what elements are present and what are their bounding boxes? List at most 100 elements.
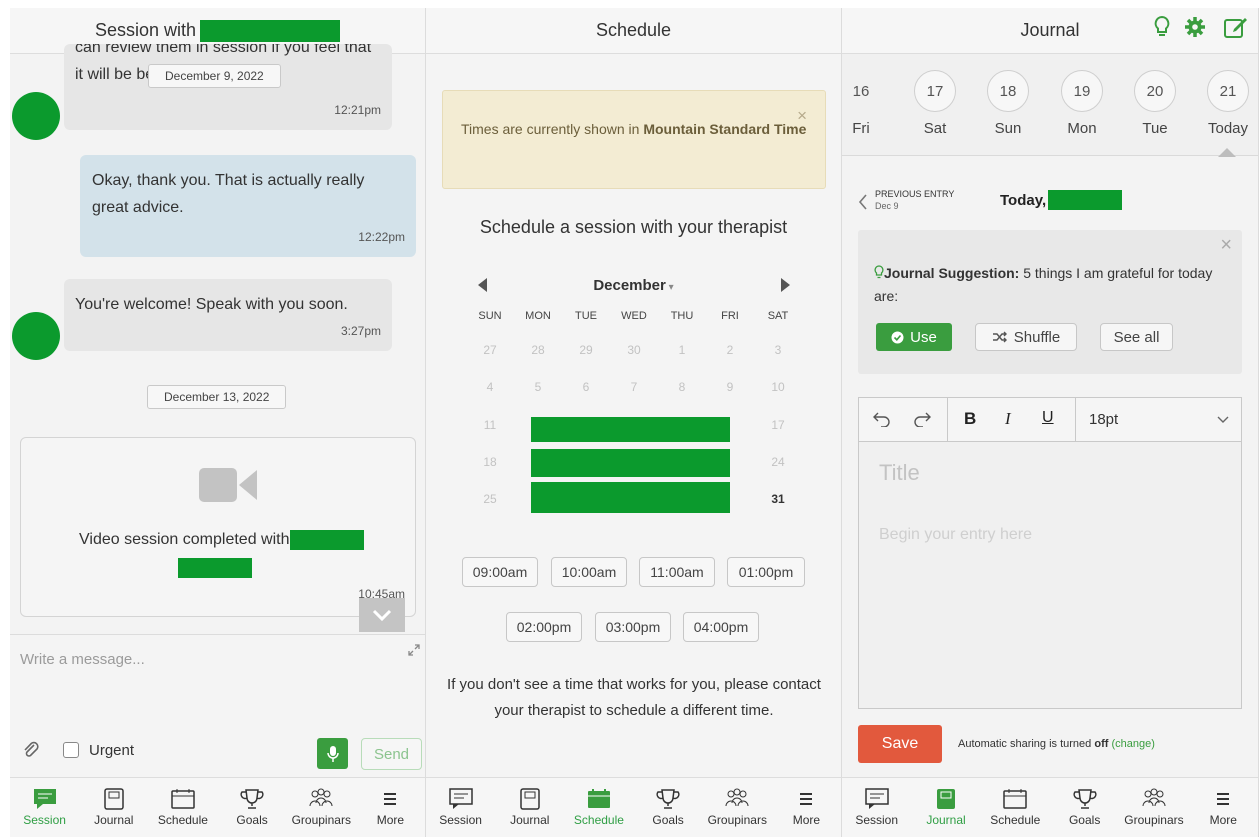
selected-day[interactable]: 31 [754, 492, 802, 506]
tab-goals[interactable]: Goals [218, 788, 287, 827]
use-suggestion-button[interactable]: Use [876, 323, 952, 351]
chat-icon [33, 789, 56, 809]
font-size-select[interactable]: 18pt [1075, 398, 1243, 442]
chevron-down-icon [372, 609, 392, 621]
scroll-down-button[interactable] [359, 598, 405, 632]
tab-journal[interactable]: Journal [911, 788, 980, 827]
journal-suggestion-card: × Journal Suggestion: 5 things I am grat… [858, 230, 1242, 374]
edit-icon[interactable] [1224, 16, 1248, 38]
tab-bar: Session Journal Schedule Goals Groupinar… [10, 777, 425, 837]
tab-bar: Session Journal Schedule Goals Groupinar… [426, 777, 841, 837]
time-slot-button[interactable]: 10:00am [551, 557, 627, 587]
tab-session[interactable]: Session [10, 788, 79, 827]
time-slot-button[interactable]: 09:00am [462, 557, 538, 587]
time-slot-button[interactable]: 03:00pm [595, 612, 671, 642]
date-item[interactable]: 16 Fri [842, 70, 890, 138]
urgent-label: Urgent [89, 742, 135, 759]
time-slot-button[interactable]: 04:00pm [683, 612, 759, 642]
close-icon[interactable]: × [797, 103, 807, 129]
session-title: Session with [94, 20, 197, 40]
month-selector[interactable]: December ▾ [426, 277, 841, 294]
lightbulb-icon[interactable] [1154, 16, 1170, 38]
schedule-footer: If you don't see a time that works for y… [447, 676, 821, 719]
see-all-button[interactable]: See all [1100, 323, 1173, 351]
voice-record-button[interactable] [317, 738, 348, 769]
close-icon[interactable]: × [1220, 234, 1232, 257]
entry-title-input[interactable]: Title [879, 460, 920, 486]
undo-icon[interactable] [873, 411, 891, 427]
message-compose: Write a message... Urgent Send [10, 634, 425, 785]
tab-more[interactable]: More [356, 788, 425, 827]
send-button[interactable]: Send [361, 738, 422, 770]
tab-groupinars[interactable]: Groupinars [287, 788, 356, 827]
date-item[interactable]: 18 Sun [979, 70, 1037, 137]
shuffle-icon [992, 331, 1007, 343]
underline-button[interactable]: U [1042, 409, 1054, 427]
previous-entry-link[interactable]: PREVIOUS ENTRY Dec 9 [875, 188, 954, 212]
message-input[interactable]: Write a message... [20, 651, 145, 668]
journal-panel: Journal 16 Fri 17 Sat 18 Sun 19 Mon 20 Tue 21… [842, 8, 1259, 837]
redacted-calendar-row [531, 482, 730, 513]
microphone-icon [326, 745, 339, 762]
time-slot-button[interactable]: 01:00pm [727, 557, 805, 587]
chevron-down-icon [1217, 416, 1229, 423]
date-item[interactable]: 19 Mon [1053, 70, 1111, 137]
trophy-icon [1073, 789, 1097, 809]
redo-icon[interactable] [913, 411, 931, 427]
date-item-today[interactable]: 21 Today [1199, 70, 1257, 137]
tab-schedule[interactable]: Schedule [564, 788, 633, 827]
message-bubble: You're welcome! Speak with you soon. 3:2… [64, 279, 392, 351]
calendar-icon [587, 789, 610, 808]
shuffle-button[interactable]: Shuffle [975, 323, 1077, 351]
entry-body-input[interactable]: Begin your entry here [879, 526, 1032, 544]
gear-icon[interactable] [1184, 16, 1206, 38]
sharing-status: Automatic sharing is turned off (change) [958, 738, 1155, 750]
video-session-text: Video session completed with [79, 530, 364, 550]
tab-goals[interactable]: Goals [1050, 788, 1119, 827]
tab-journal[interactable]: Journal [495, 788, 564, 827]
date-item[interactable]: 17 Sat [906, 70, 964, 137]
chat-icon [864, 788, 889, 809]
tab-groupinars[interactable]: Groupinars [703, 788, 772, 827]
redacted-calendar-row [531, 449, 730, 477]
save-button[interactable]: Save [858, 725, 942, 763]
journal-title: Journal [1020, 20, 1080, 40]
tab-journal[interactable]: Journal [79, 788, 148, 827]
group-icon [725, 788, 749, 807]
paperclip-icon[interactable] [22, 740, 40, 760]
change-sharing-link[interactable]: (change) [1111, 738, 1154, 750]
tab-more[interactable]: More [772, 788, 841, 827]
editor-toolbar: B I U 18pt [859, 398, 1241, 442]
weekday-header: SUN MON TUE WED THU FRI SAT [478, 310, 789, 322]
tab-schedule[interactable]: Schedule [148, 788, 217, 827]
time-slot-button[interactable]: 11:00am [639, 557, 715, 587]
session-panel: Session with can review them in session … [10, 8, 426, 837]
group-icon [309, 788, 333, 807]
next-month-icon[interactable] [780, 278, 790, 292]
calendar-icon [171, 789, 195, 809]
bold-button[interactable]: B [964, 409, 976, 429]
italic-button[interactable]: I [1005, 409, 1011, 429]
chevron-left-icon[interactable] [858, 194, 868, 210]
tab-more[interactable]: More [1189, 788, 1258, 827]
chat-icon [448, 788, 473, 809]
date-strip [842, 54, 1258, 156]
expand-icon[interactable] [407, 643, 421, 657]
schedule-panel: Schedule Times are currently shown in Mo… [426, 8, 842, 837]
tab-schedule[interactable]: Schedule [981, 788, 1050, 827]
calendar-week: 4 5 6 7 8 9 10 [486, 380, 785, 394]
tab-session[interactable]: Session [842, 788, 911, 827]
menu-icon [384, 793, 397, 805]
therapist-avatar [12, 92, 60, 140]
tab-goals[interactable]: Goals [634, 788, 703, 827]
urgent-checkbox[interactable] [63, 742, 79, 758]
message-text: Okay, thank you. That is actually really… [92, 172, 365, 216]
message-time: 12:21pm [334, 103, 381, 117]
tab-session[interactable]: Session [426, 788, 495, 827]
timezone-notice: Times are currently shown in Mountain St… [442, 90, 826, 189]
message-text: You're welcome! Speak with you soon. [75, 296, 348, 313]
tab-groupinars[interactable]: Groupinars [1119, 788, 1188, 827]
date-item[interactable]: 20 Tue [1126, 70, 1184, 137]
trophy-icon [240, 789, 264, 809]
time-slot-button[interactable]: 02:00pm [506, 612, 582, 642]
